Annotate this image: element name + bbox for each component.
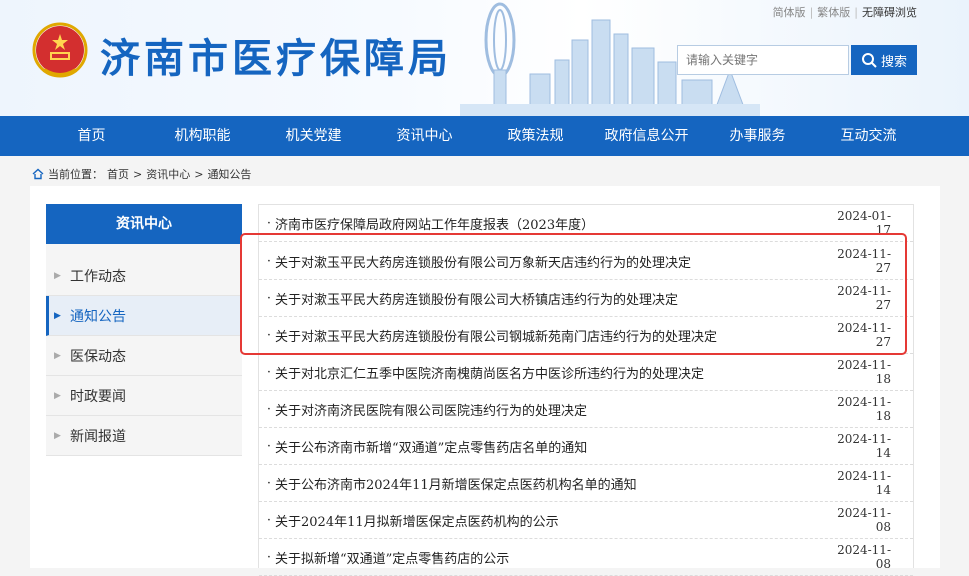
article-row[interactable]: · 关于2024年11月拟新增医保定点医药机构的公示 2024-11-08 [259,502,913,539]
national-emblem-icon [32,22,88,78]
article-title[interactable]: 关于对北京汇仁五季中医院济南槐荫尚医名方中医诊所违约行为的处理决定 [275,363,823,382]
article-date: 2024-11-27 [837,321,891,349]
article-list: · 济南市医疗保障局政府网站工作年度报表（2023年度） 2024-01-17 · 关… [258,204,914,576]
sidebar-list: ▶ 工作动态 ▶ 通知公告 ▶ 医保动态 ▶ 时政要闻 ▶ 新闻报道 [46,244,242,456]
bullet: · [266,253,271,269]
article-date: 2024-11-08 [837,506,891,534]
search-button[interactable]: 搜索 [851,45,917,75]
simplified-version-link[interactable]: 简体版 [773,6,806,19]
nav-item-services[interactable]: 办事服务 [702,116,813,156]
article-row[interactable]: · 关于对漱玉平民大药房连锁股份有限公司大桥镇店违约行为的处理决定 2024-11-… [259,280,913,317]
divider: | [809,6,814,19]
arrow-right-icon: ▶ [54,310,61,321]
search-button-label: 搜索 [880,54,907,70]
bullet: · [266,438,271,454]
article-title[interactable]: 关于2024年11月拟新增医保定点医药机构的公示 [275,511,823,530]
accessibility-link[interactable]: 无障碍浏览 [862,6,917,19]
sidebar: 资讯中心 ▶ 工作动态 ▶ 通知公告 ▶ 医保动态 ▶ 时政要闻 ▶ 新闻报道 [46,204,242,568]
sidebar-item-insurance-updates[interactable]: ▶ 医保动态 [46,336,242,376]
sidebar-item-notices[interactable]: ▶ 通知公告 [46,296,242,336]
nav-item-policies[interactable]: 政策法规 [480,116,591,156]
breadcrumb-separator: > [194,167,204,181]
article-row[interactable]: · 济南市医疗保障局政府网站工作年度报表（2023年度） 2024-01-17 [259,205,913,242]
breadcrumb-news-center[interactable]: 资讯中心 [146,166,190,182]
article-title[interactable]: 关于对漱玉平民大药房连锁股份有限公司钢城新苑南门店违约行为的处理决定 [275,326,823,345]
breadcrumb: 当前位置： 首页 > 资讯中心 > 通知公告 [32,166,251,182]
article-row[interactable]: · 关于对漱玉平民大药房连锁股份有限公司万象新天店违约行为的处理决定 2024-11… [259,243,913,280]
bullet: · [266,215,271,231]
article-row[interactable]: · 关于公布济南市新增“双通道”定点零售药店名单的通知 2024-11-14 [259,428,913,465]
article-title[interactable]: 关于对漱玉平民大药房连锁股份有限公司大桥镇店违约行为的处理决定 [275,289,823,308]
sidebar-item-work-updates[interactable]: ▶ 工作动态 [46,256,242,296]
sidebar-header: 资讯中心 [46,204,242,244]
home-icon [32,168,44,180]
article-date: 2024-11-18 [837,395,891,423]
main-nav: 首页 机构职能 机关党建 资讯中心 政策法规 政府信息公开 办事服务 互动交流 [0,116,969,156]
bullet: · [266,401,271,417]
bullet: · [266,512,271,528]
article-title[interactable]: 关于对漱玉平民大药房连锁股份有限公司万象新天店违约行为的处理决定 [275,252,823,271]
breadcrumb-home[interactable]: 首页 [107,166,129,182]
divider: | [854,6,858,19]
article-title[interactable]: 关于公布济南市新增“双通道”定点零售药店名单的通知 [275,437,823,456]
search-icon [861,53,877,68]
article-row[interactable]: · 关于对漱玉平民大药房连锁股份有限公司钢城新苑南门店违约行为的处理决定 2024-… [259,317,913,354]
nav-item-party[interactable]: 机关党建 [258,116,369,156]
article-date: 2024-11-14 [837,432,891,460]
breadcrumb-prefix: 当前位置： [48,168,103,181]
article-row[interactable]: · 关于拟新增“双通道”定点零售药店的公示 2024-11-08 [259,539,913,576]
sidebar-item-label: 工作动态 [70,268,126,285]
bullet: · [266,549,271,565]
bullet: · [266,327,271,343]
sidebar-item-label: 医保动态 [70,348,126,365]
article-date: 2024-11-27 [837,247,891,275]
article-date: 2024-11-08 [837,543,891,571]
arrow-right-icon: ▶ [54,350,61,361]
article-date: 2024-01-17 [837,209,891,237]
nav-item-news-center[interactable]: 资讯中心 [369,116,480,156]
bullet: · [266,290,271,306]
nav-item-home[interactable]: 首页 [36,116,147,156]
sidebar-item-news-reports[interactable]: ▶ 新闻报道 [46,416,242,456]
nav-item-gov-info[interactable]: 政府信息公开 [591,116,702,156]
breadcrumb-notices[interactable]: 通知公告 [207,166,251,182]
sidebar-item-label: 新闻报道 [70,428,126,445]
site-title[interactable]: 济南市医疗保障局 [100,26,452,84]
nav-item-functions[interactable]: 机构职能 [147,116,258,156]
arrow-right-icon: ▶ [54,430,61,441]
sidebar-item-political-news[interactable]: ▶ 时政要闻 [46,376,242,416]
article-title[interactable]: 关于对济南济民医院有限公司医院违约行为的处理决定 [275,400,823,419]
bullet: · [266,364,271,380]
arrow-right-icon: ▶ [54,270,61,281]
bullet: · [266,475,271,491]
article-title[interactable]: 关于公布济南市2024年11月新增医保定点医药机构名单的通知 [275,474,823,493]
site-header: 济南市医疗保障局 简体版|繁体版|无障碍浏览 搜索 [0,0,969,116]
sidebar-item-label: 通知公告 [70,308,126,325]
article-date: 2024-11-18 [837,358,891,386]
top-links: 简体版 | 繁体版 | 无障碍浏览 [773,4,917,20]
traditional-version-link[interactable]: 繁体版 [817,6,850,19]
article-title[interactable]: 关于拟新增“双通道”定点零售药店的公示 [275,548,823,567]
article-title[interactable]: 济南市医疗保障局政府网站工作年度报表（2023年度） [275,214,823,233]
sidebar-item-label: 时政要闻 [70,388,126,405]
article-row[interactable]: · 关于对济南济民医院有限公司医院违约行为的处理决定 2024-11-18 [259,391,913,428]
article-row[interactable]: · 关于对北京汇仁五季中医院济南槐荫尚医名方中医诊所违约行为的处理决定 2024-1… [259,354,913,391]
search-input[interactable] [677,45,849,75]
article-date: 2024-11-14 [837,469,891,497]
nav-item-interaction[interactable]: 互动交流 [813,116,924,156]
article-date: 2024-11-27 [837,284,891,312]
article-row[interactable]: · 关于公布济南市2024年11月新增医保定点医药机构名单的通知 2024-11-1… [259,465,913,502]
arrow-right-icon: ▶ [54,390,61,401]
breadcrumb-separator: > [133,167,143,181]
